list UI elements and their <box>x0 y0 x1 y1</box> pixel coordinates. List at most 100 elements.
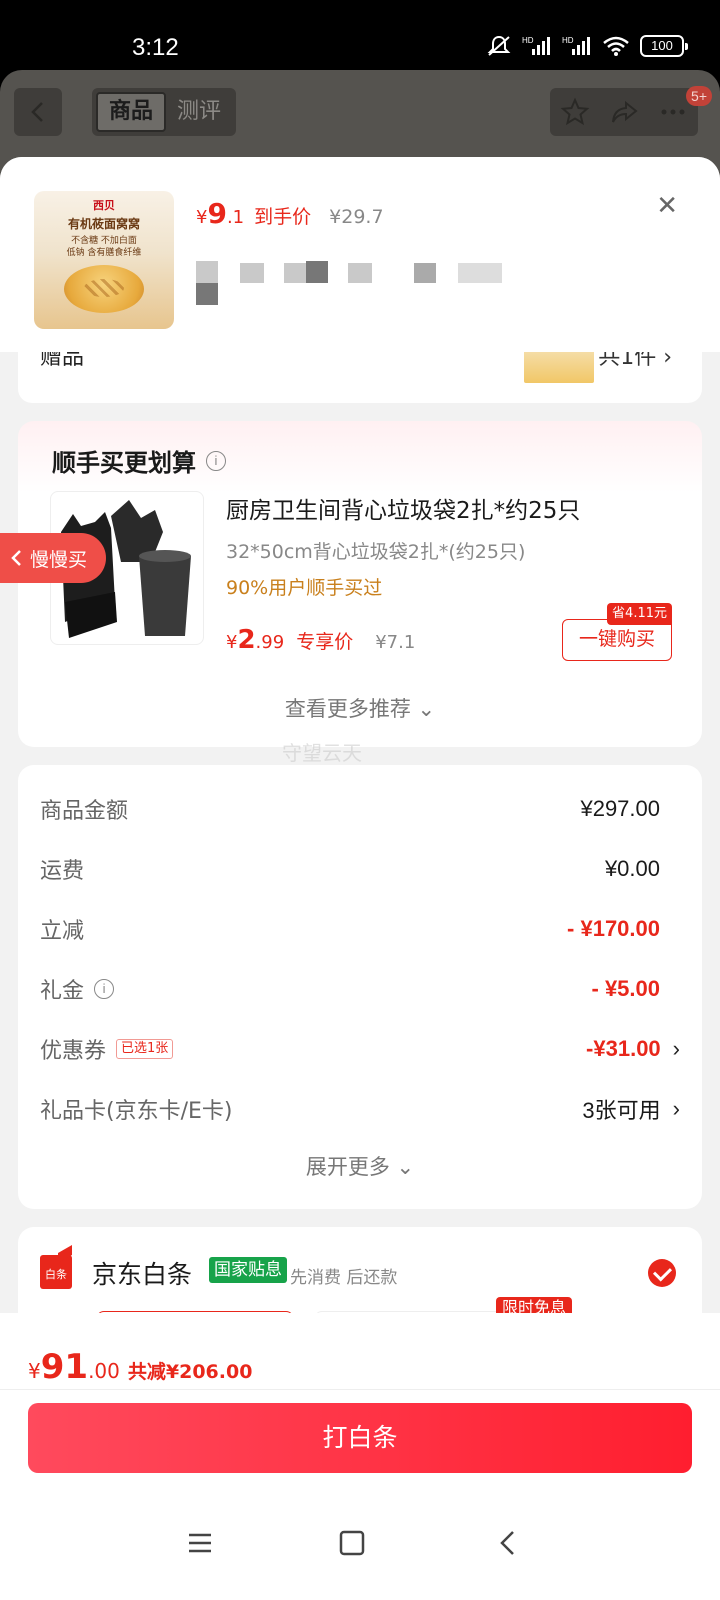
price-tag: 到手价 <box>254 206 312 228</box>
thumb-title: 有机莜面窝窝 <box>67 217 140 231</box>
more-recommend-link[interactable]: 查看更多推荐 ⌄ <box>18 693 702 723</box>
thumb-sub: 不含糖 不加白面 低钠 含有膳食纤维 <box>34 235 174 259</box>
menu-icon[interactable] <box>186 1529 214 1557</box>
svg-text:HD: HD <box>562 36 574 45</box>
fee-label: 礼金 i <box>40 973 115 1005</box>
tab-product[interactable]: 商品 <box>96 92 166 132</box>
check-icon[interactable] <box>648 1259 676 1287</box>
header-tools: 5+ <box>550 86 712 136</box>
more-icon[interactable] <box>658 97 688 127</box>
fee-breakdown-card: 商品金额 ¥297.00 运费 ¥0.00 立减 - ¥170.00 礼金 i … <box>18 765 702 1209</box>
segment-tabs: 商品 测评 <box>92 88 236 136</box>
total-price: ¥ 91 .00 共减¥206.00 <box>28 1347 252 1387</box>
fee-value: - ¥170.00 <box>567 916 660 941</box>
fee-row-cash-gift: 礼金 i - ¥5.00 <box>40 969 680 1009</box>
save-badge: 省4.11元 <box>607 603 672 625</box>
price-integer: 2 <box>237 625 256 655</box>
product-price: ¥ 9 .1 到手价 ¥29.7 <box>196 197 384 230</box>
signal-icon-2: HD <box>562 36 590 55</box>
subsidy-tag: 国家贴息 <box>209 1257 287 1283</box>
home-icon[interactable] <box>338 1529 366 1557</box>
fee-value: - ¥5.00 <box>591 976 661 1001</box>
price-decimal: .99 <box>255 632 285 653</box>
checkout-footer: ¥ 91 .00 共减¥206.00 打白条 <box>0 1313 720 1600</box>
close-icon[interactable]: ✕ <box>656 193 678 219</box>
checkout-sheet: 西贝 有机莜面窝窝 不含糖 不加白面 低钠 含有膳食纤维 ¥ 9 .1 到手价 … <box>0 157 720 1600</box>
fee-label: 礼品卡(京东卡/E卡) <box>40 1099 233 1124</box>
status-icons: HD HD 100 <box>486 34 688 58</box>
back-icon <box>31 102 43 122</box>
recommend-title: 顺手买更划算 i <box>52 443 226 478</box>
recommend-card: 顺手买更划算 i 厨房卫生间背心垃圾袋2扎*约25只 32*50cm背心垃圾袋2… <box>18 421 702 747</box>
fee-label-text: 优惠券 <box>40 1039 107 1064</box>
recommend-title-text: 顺手买更划算 <box>52 449 196 477</box>
price-decimal: .1 <box>226 207 245 228</box>
price-integer: 9 <box>207 197 227 230</box>
tab-review[interactable]: 测评 <box>166 92 232 132</box>
fee-value-wrap: 3张可用 › <box>582 1093 680 1125</box>
fee-row-shipping: 运费 ¥0.00 <box>40 849 680 889</box>
baitiao-logo: 白条 <box>40 1255 72 1289</box>
coupon-chip: 已选1张 <box>116 1039 174 1059</box>
price-integer: 91 <box>40 1347 89 1387</box>
blurred-spec <box>284 263 306 283</box>
blurred-spec <box>458 263 502 283</box>
status-time: 3:12 <box>132 34 179 61</box>
total-savings: 共减¥206.00 <box>127 1361 253 1383</box>
blurred-spec <box>240 263 264 283</box>
info-icon[interactable]: i <box>206 450 226 471</box>
divider <box>0 1389 720 1390</box>
status-bar: 3:12 HD HD 100 <box>0 0 720 70</box>
price-decimal: .00 <box>88 1359 120 1383</box>
fee-label: 立减 <box>40 919 85 944</box>
fee-row-gift-card[interactable]: 礼品卡(京东卡/E卡) 3张可用 › <box>40 1089 680 1129</box>
fee-value: ¥297.00 <box>580 796 660 821</box>
signal-icon: HD <box>522 36 550 55</box>
expand-more-link[interactable]: 展开更多 ⌄ <box>18 1151 702 1181</box>
blurred-spec <box>414 263 436 283</box>
original-price: ¥7.1 <box>375 632 416 653</box>
payment-desc: 先消费 后还款 <box>290 1268 398 1288</box>
fee-value: ¥0.00 <box>604 856 660 881</box>
wifi-icon <box>603 36 629 56</box>
fee-row-discount: 立减 - ¥170.00 <box>40 909 680 949</box>
thumb-brand: 西贝 <box>93 199 115 212</box>
pay-baitiao-button[interactable]: 打白条 <box>28 1403 692 1473</box>
fee-label: 优惠券 已选1张 <box>40 1033 174 1065</box>
fee-value-wrap: -¥31.00 › <box>586 1036 680 1062</box>
recommend-name[interactable]: 厨房卫生间背心垃圾袋2扎*约25只 <box>226 491 580 525</box>
fee-row-coupon[interactable]: 优惠券 已选1张 -¥31.00 › <box>40 1029 680 1069</box>
one-click-buy-button[interactable]: 一键购买 <box>562 619 672 661</box>
message-badge: 5+ <box>686 86 712 106</box>
slow-buy-label: 慢慢买 <box>30 548 88 571</box>
blurred-spec <box>306 261 328 283</box>
food-image <box>64 265 144 313</box>
watermark: 守望云天 <box>282 741 362 765</box>
slow-buy-tab[interactable]: 慢慢买 <box>0 533 106 583</box>
info-icon[interactable]: i <box>94 979 115 999</box>
system-nav-bar <box>0 1513 720 1600</box>
recommend-price: ¥ 2 .99 专享价 ¥7.1 <box>226 625 415 655</box>
price-tag: 专享价 <box>296 631 354 653</box>
blurred-spec <box>196 283 218 305</box>
fee-label: 商品金额 <box>40 799 129 824</box>
chevron-right-icon: › <box>672 1096 680 1121</box>
price-symbol: ¥ <box>28 1359 41 1383</box>
nav-back-icon[interactable] <box>494 1529 522 1557</box>
fee-value: 3张可用 <box>582 1098 661 1123</box>
fee-label: 运费 <box>40 859 85 884</box>
chevron-right-icon: › <box>672 1036 680 1061</box>
fee-label-text: 礼金 <box>40 979 85 1004</box>
price-symbol: ¥ <box>196 207 208 228</box>
product-summary: 西贝 有机莜面窝窝 不含糖 不加白面 低钠 含有膳食纤维 ¥ 9 .1 到手价 … <box>0 157 720 352</box>
mute-icon <box>487 35 511 56</box>
product-thumbnail: 西贝 有机莜面窝窝 不含糖 不加白面 低钠 含有膳食纤维 <box>34 191 174 329</box>
payment-name: 京东白条 <box>92 1260 193 1289</box>
blurred-spec <box>196 261 218 283</box>
star-icon[interactable] <box>560 97 590 127</box>
back-button[interactable] <box>14 88 62 136</box>
chevron-left-icon <box>11 550 21 566</box>
thumb-sub-line: 不含糖 不加白面 <box>71 236 137 246</box>
share-icon[interactable] <box>609 97 639 127</box>
original-price: ¥29.7 <box>329 206 384 228</box>
